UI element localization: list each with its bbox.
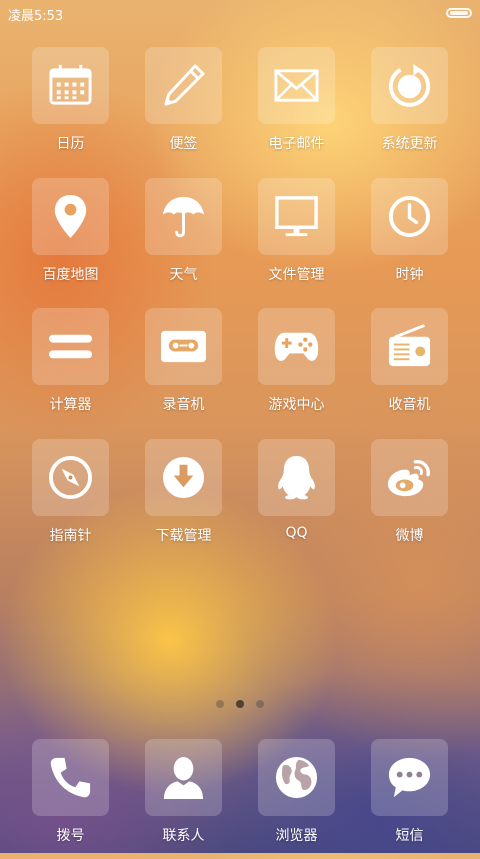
app-tile[interactable] bbox=[371, 739, 448, 816]
app-tile[interactable] bbox=[258, 178, 335, 255]
compass-icon bbox=[48, 455, 93, 500]
app-tile[interactable] bbox=[145, 178, 222, 255]
app-label: 天气 bbox=[169, 267, 198, 283]
monitor-icon bbox=[275, 196, 318, 237]
app-label: 拨号 bbox=[56, 828, 85, 844]
app-tile[interactable] bbox=[145, 739, 222, 816]
app-notes[interactable]: 便签 bbox=[127, 47, 240, 167]
app-email[interactable]: 电子邮件 bbox=[240, 47, 353, 167]
app-label: 百度地图 bbox=[42, 267, 99, 283]
app-label: QQ bbox=[285, 525, 308, 541]
umbrella-icon bbox=[162, 196, 205, 238]
app-calendar[interactable]: 日历 bbox=[14, 47, 127, 167]
app-tile[interactable] bbox=[258, 439, 335, 516]
download-icon bbox=[162, 456, 205, 499]
page-dot-active[interactable] bbox=[236, 700, 244, 708]
app-label: 微博 bbox=[395, 528, 424, 544]
app-tile[interactable] bbox=[32, 439, 109, 516]
status-bar: 凌晨5:53 bbox=[0, 0, 480, 26]
app-compass[interactable]: 指南针 bbox=[14, 439, 127, 559]
chat-bubble-icon bbox=[388, 757, 431, 798]
dock-contacts[interactable]: 联系人 bbox=[127, 739, 240, 859]
app-tile[interactable] bbox=[145, 47, 222, 124]
dock-phone[interactable]: 拨号 bbox=[14, 739, 127, 859]
app-radio[interactable]: 收音机 bbox=[353, 308, 466, 428]
mail-icon bbox=[274, 69, 319, 102]
app-weather[interactable]: 天气 bbox=[127, 178, 240, 298]
app-tile[interactable] bbox=[371, 178, 448, 255]
pen-icon bbox=[164, 64, 205, 106]
calendar-icon bbox=[49, 64, 92, 105]
app-tile[interactable] bbox=[371, 308, 448, 385]
battery-icon bbox=[446, 8, 472, 18]
app-qq[interactable]: QQ bbox=[240, 439, 353, 559]
app-label: 时钟 bbox=[395, 267, 424, 283]
update-icon bbox=[388, 63, 431, 107]
app-tile[interactable] bbox=[32, 47, 109, 124]
app-label: 浏览器 bbox=[275, 828, 318, 844]
app-tile[interactable] bbox=[258, 47, 335, 124]
app-label: 收音机 bbox=[388, 397, 431, 413]
dock-browser[interactable]: 浏览器 bbox=[240, 739, 353, 859]
app-label: 计算器 bbox=[49, 397, 92, 413]
app-tile[interactable] bbox=[145, 308, 222, 385]
status-time: 凌晨5:53 bbox=[8, 9, 64, 24]
app-label: 录音机 bbox=[162, 397, 205, 413]
page-dot[interactable] bbox=[256, 700, 264, 708]
dock-messages[interactable]: 短信 bbox=[353, 739, 466, 859]
page-dot[interactable] bbox=[216, 700, 224, 708]
app-label: 下载管理 bbox=[155, 528, 212, 544]
app-label: 指南针 bbox=[49, 528, 92, 544]
person-icon bbox=[163, 756, 204, 800]
app-file-manager[interactable]: 文件管理 bbox=[240, 178, 353, 298]
app-label: 文件管理 bbox=[268, 267, 325, 283]
app-clock[interactable]: 时钟 bbox=[353, 178, 466, 298]
weibo-icon bbox=[387, 460, 430, 497]
app-tile[interactable] bbox=[145, 439, 222, 516]
app-label: 便签 bbox=[169, 136, 198, 152]
app-tile[interactable] bbox=[32, 308, 109, 385]
map-pin-icon bbox=[54, 194, 87, 239]
app-label: 电子邮件 bbox=[268, 136, 325, 152]
app-label: 日历 bbox=[56, 136, 85, 152]
app-tile[interactable] bbox=[371, 47, 448, 124]
app-label: 游戏中心 bbox=[268, 397, 325, 413]
app-recorder[interactable]: 录音机 bbox=[127, 308, 240, 428]
app-weibo[interactable]: 微博 bbox=[353, 439, 466, 559]
page-indicator[interactable] bbox=[214, 700, 266, 708]
app-tile[interactable] bbox=[32, 739, 109, 816]
radio-icon bbox=[388, 324, 431, 367]
app-tile[interactable] bbox=[32, 178, 109, 255]
cassette-icon bbox=[160, 330, 207, 363]
gamepad-icon bbox=[274, 332, 319, 361]
app-label: 短信 bbox=[395, 828, 424, 844]
app-tile[interactable] bbox=[258, 308, 335, 385]
qq-penguin-icon bbox=[278, 455, 315, 500]
equals-icon bbox=[48, 334, 93, 359]
app-system-update[interactable]: 系统更新 bbox=[353, 47, 466, 167]
app-game-center[interactable]: 游戏中心 bbox=[240, 308, 353, 428]
app-label: 联系人 bbox=[162, 828, 205, 844]
globe-icon bbox=[275, 756, 318, 799]
app-tile[interactable] bbox=[371, 439, 448, 516]
app-label: 系统更新 bbox=[381, 136, 438, 152]
app-download-manager[interactable]: 下载管理 bbox=[127, 439, 240, 559]
app-calculator[interactable]: 计算器 bbox=[14, 308, 127, 428]
clock-icon bbox=[388, 195, 431, 238]
app-baidu-map[interactable]: 百度地图 bbox=[14, 178, 127, 298]
phone-icon bbox=[50, 757, 91, 798]
app-tile[interactable] bbox=[258, 739, 335, 816]
